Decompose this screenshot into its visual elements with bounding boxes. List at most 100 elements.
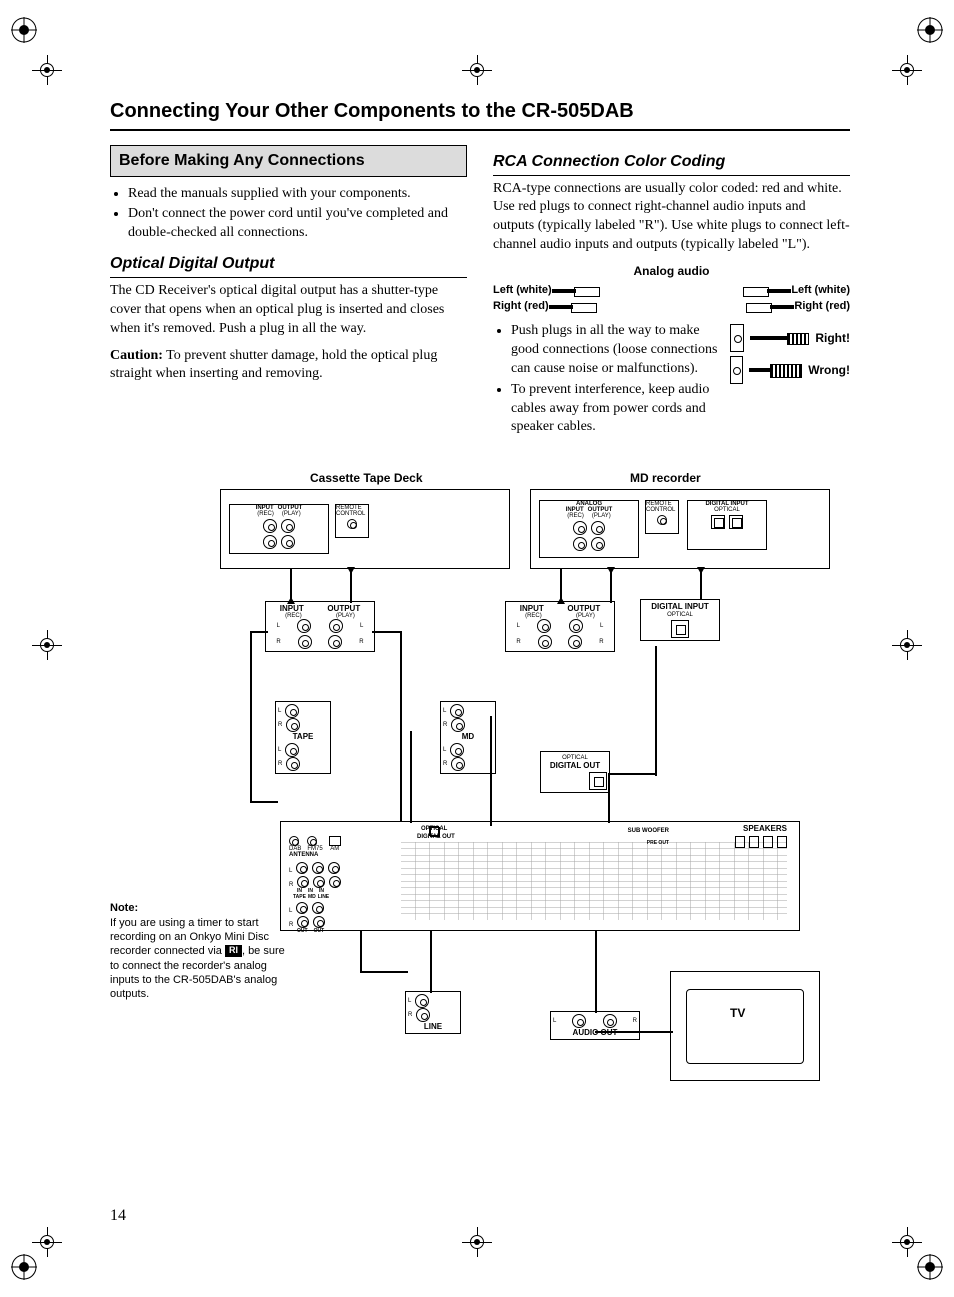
page-title: Connecting Your Other Components to the … [110,100,850,131]
crosshair-icon [462,1227,492,1257]
label: (PLAY) [282,511,301,517]
label: L [289,868,292,874]
caution-label: Caution: [110,348,163,363]
cassette-device: INPUT OUTPUT (REC) (PLAY) REMOTE CONTROL [220,489,510,569]
label: R [443,761,447,767]
crosshair-icon [462,55,492,85]
right-red-label: Right (red) [794,299,850,314]
label: L [408,998,411,1004]
label: REMOTE CONTROL [646,501,678,513]
label: L [278,708,281,714]
label: ANTENNA [289,852,318,858]
label: AUDIO OUT [573,1028,618,1037]
label: MD [462,732,474,741]
crosshair-icon [892,630,922,660]
crosshair-icon [32,55,62,85]
label: R [278,722,282,728]
boxed-heading: Before Making Any Connections [110,145,467,177]
label: AM [330,846,339,852]
cassette-title: Cassette Tape Deck [310,471,423,485]
label: LINE [424,1022,442,1031]
label: R [359,639,363,645]
left-white-label: Left (white) [493,283,552,298]
rca-plug-icon [549,302,597,312]
label: R [516,639,520,645]
label: (REC) [285,613,302,619]
label: OUT [297,928,308,934]
rca-plug-icon [743,286,791,296]
left-white-label: Left (white) [791,283,850,298]
right-red-label: Right (red) [493,299,549,314]
label: L [517,623,520,629]
label: OUTPUT [567,604,600,613]
analog-audio-title: Analog audio [493,263,850,279]
sub-heading: RCA Connection Color Coding [493,151,850,176]
right-wrong-diagram: Right! Wrong! [730,320,850,449]
analog-audio-diagram: Analog audio Left (white) Left (white) R… [493,263,850,314]
crosshair-icon [32,1227,62,1257]
page-number: 14 [110,1207,126,1225]
label: L [600,623,603,629]
label: R [278,761,282,767]
label: LINE [318,894,329,900]
label: (REC) [525,613,542,619]
tv-device [670,971,820,1081]
label: R [443,722,447,728]
label: TAPE [293,732,314,741]
list-item: Don't connect the power cord until you'v… [128,205,467,243]
crosshair-icon [892,55,922,85]
label: DIGITAL OUT [550,761,600,770]
label: TAPE [293,894,306,900]
list-item: Read the manuals supplied with your comp… [128,185,467,204]
label: L [278,747,281,753]
list-item: To prevent interference, keep audio cabl… [511,381,720,438]
jack-icon [730,356,743,384]
md-title: MD recorder [630,471,701,485]
label: (PLAY) [576,613,595,619]
label: (PLAY) [336,613,355,619]
wrong-label: Wrong! [808,362,850,378]
label: R [599,639,603,645]
note-title: Note: [110,902,138,914]
sub-heading: Optical Digital Output [110,253,467,278]
crosshair-icon [892,1227,922,1257]
label: INPUT [280,604,304,613]
ri-icon: RI [225,945,242,957]
note-box: Note: If you are using a timer to start … [110,901,290,1001]
label: (PLAY) [592,513,611,519]
label: REMOTE CONTROL [336,505,368,517]
registration-mark-icon [10,1253,38,1281]
label: INPUT [520,604,544,613]
label: L [277,623,280,629]
jack-icon [730,324,744,352]
label: R [633,1018,637,1024]
tv-label: TV [730,1006,745,1020]
label: OUT [314,928,325,934]
right-label: Right! [815,330,850,346]
label: MD [308,894,316,900]
label: R [289,882,293,888]
plug-wrong-icon [749,364,803,376]
label: (REC) [257,511,274,517]
rca-plug-icon [746,302,794,312]
label: SPEAKERS [743,824,787,833]
label: PRE OUT [647,840,669,846]
receiver-rear-panel: DAB FM75 AM ANTENNA L R [280,821,800,931]
connection-diagram: Cassette Tape Deck MD recorder INPUT OUT… [110,471,850,1111]
label: DIGITAL INPUT [651,602,708,611]
registration-mark-icon [916,16,944,44]
plug-tips-list: Push plugs in all the way to make good c… [493,322,720,439]
md-device: ANALOG INPUT OUTPUT (REC) (PLAY) REMOTE … [530,489,830,569]
label: L [443,708,446,714]
label: (REC) [567,513,584,519]
label: SUB WOOFER [628,828,669,834]
label: R [276,639,280,645]
label: OPTICAL [667,612,693,618]
label: L [553,1018,556,1024]
registration-mark-icon [10,16,38,44]
rca-plug-icon [552,286,600,296]
paragraph: RCA-type connections are usually color c… [493,180,850,256]
label: R [408,1012,412,1018]
caution-paragraph: Caution: To prevent shutter damage, hold… [110,347,467,385]
label: L [360,623,363,629]
